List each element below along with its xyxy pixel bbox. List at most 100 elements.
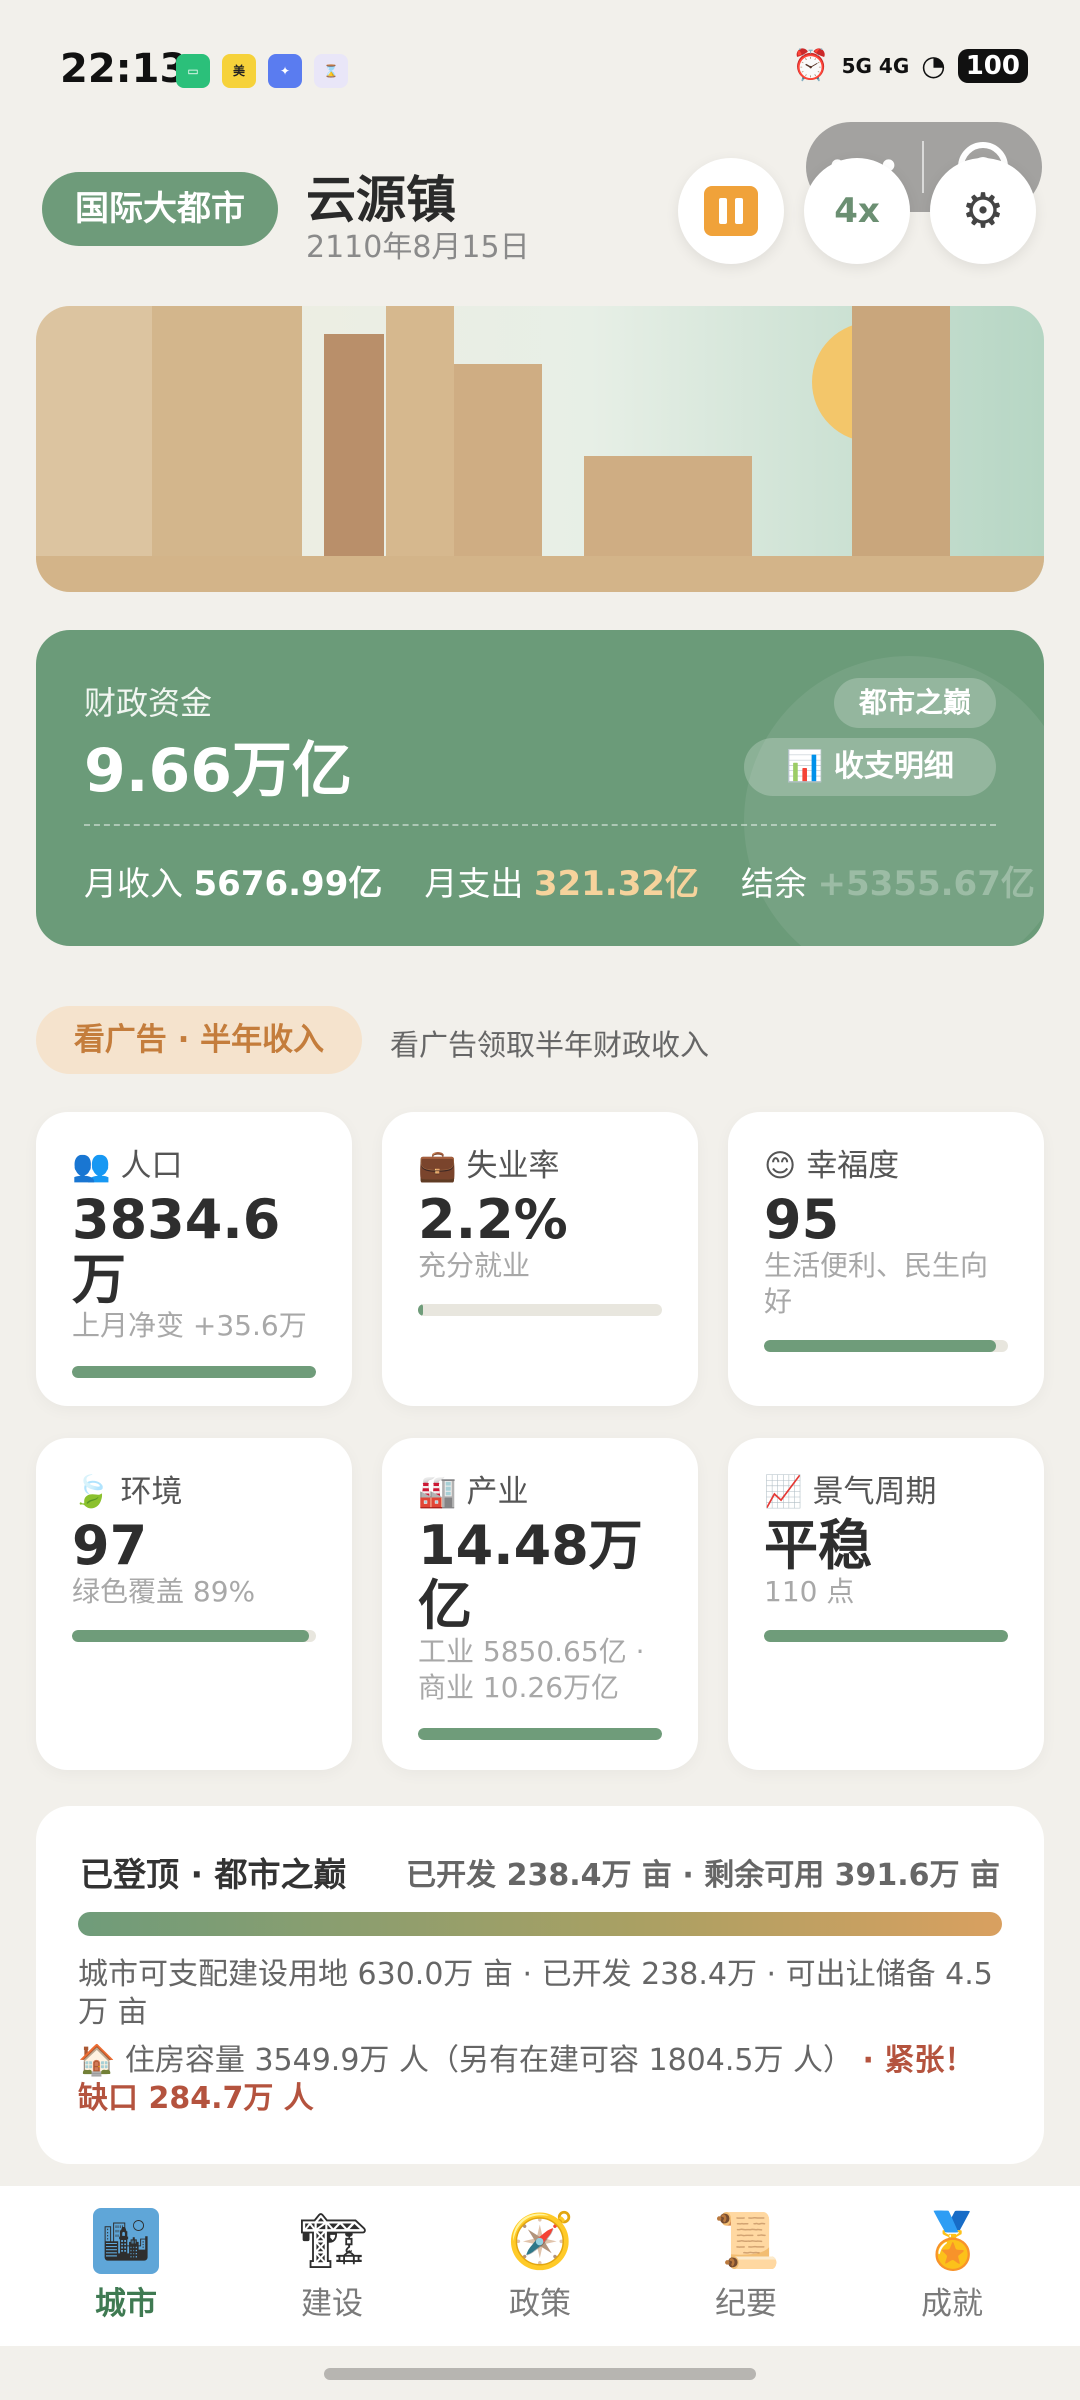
status-bar: 22:13 ▭ 美 ✦ ⌛ ⏰ 5G 4G ◔ 100 [0,0,1080,140]
battery-icon: 100 [957,48,1028,83]
leaf-icon: 🍃 [72,1474,111,1510]
finance-detail-button[interactable]: 📊 收支明细 [744,738,996,796]
ground-illustration [36,556,1044,592]
building [324,334,384,560]
watch-ad-button[interactable]: 看广告 · 半年收入 [36,1006,362,1074]
cycle-card[interactable]: 📈 景气周期 平稳 110 点 [728,1438,1044,1770]
environment-value: 97 [72,1514,148,1577]
happiness-bar-fill [764,1340,996,1352]
nav-build[interactable]: 🏗 建设 [272,2208,392,2323]
finance-detail-label: 收支明细 [833,749,954,784]
industry-card[interactable]: 🏭 产业 14.48万亿 工业 5850.65亿 · 商业 10.26万亿 [382,1438,698,1770]
population-title: 👥 人口 [72,1140,182,1185]
signal-icon: 5G 4G [841,53,910,78]
unemployment-title: 💼 失业率 [418,1140,559,1185]
population-card[interactable]: 👥 人口 3834.6万 上月净变 +35.6万 [36,1112,352,1406]
wechat-app-icon: ▭ [176,54,210,88]
income-label: 月收入 [84,864,183,903]
speed-button[interactable]: 4x [804,158,910,264]
pause-button[interactable] [678,158,784,264]
finance-tier-badge: 都市之巅 [834,678,996,728]
trend-chart-icon: 📈 [764,1474,803,1510]
unemployment-sub: 充分就业 [418,1249,531,1282]
housing-capacity: 住房容量 3549.9万 人（另有在建可容 1804.5万 人） [124,2043,853,2078]
land-card: 已登顶 · 都市之巅 已开发 238.4万 亩 · 剩余可用 391.6万 亩 … [36,1806,1044,2164]
building [386,306,454,560]
happiness-card[interactable]: 😊 幸福度 95 生活便利、民生向好 [728,1112,1044,1406]
land-title: 已登顶 · 都市之巅 [80,1855,347,1894]
home-indicator[interactable] [324,2368,756,2380]
population-title-text: 人口 [120,1148,183,1184]
pause-icon [704,186,758,236]
briefcase-icon: 💼 [418,1148,457,1184]
nav-city[interactable]: 🏙 城市 [66,2208,186,2323]
housing-detail: 🏠 住房容量 3549.9万 人（另有在建可容 1804.5万 人） · 紧张！… [78,2042,1002,2118]
finance-card: 财政资金 9.66万亿 都市之巅 📊 收支明细 月收入 5676.99亿 月支出… [36,630,1044,946]
environment-title-text: 环境 [120,1474,183,1510]
nav-policy[interactable]: 🧭 政策 [480,2208,600,2323]
nav-city-label: 城市 [95,2286,157,2322]
industry-value: 14.48万亿 [418,1514,643,1637]
building [152,306,302,560]
factory-icon: 🏭 [418,1474,457,1510]
meituan-app-icon: 美 [222,54,256,88]
expense-value: 321.32亿 [533,864,700,904]
industry-bar-fill [418,1728,662,1740]
land-summary: 已开发 238.4万 亩 · 剩余可用 391.6万 亩 [406,1858,1000,1893]
bird-app-icon: ✦ [268,54,302,88]
building [36,306,152,560]
city-icon: 🏙 [93,2208,159,2274]
industry-bar [418,1728,662,1740]
population-bar [72,1366,316,1378]
gear-icon: ⚙ [961,183,1005,239]
cycle-title-text: 景气周期 [812,1474,937,1510]
nav-chronicle-label: 纪要 [715,2286,777,2322]
cycle-bar-fill [764,1630,1008,1642]
speed-label: 4x [834,191,880,231]
land-progress-bar [78,1912,1002,1936]
scroll-icon: 📜 [713,2209,781,2272]
nav-policy-label: 政策 [509,2286,571,2322]
building [454,364,542,560]
smile-icon: 😊 [764,1148,797,1184]
nav-achievements[interactable]: 🏅 成就 [892,2208,1012,2323]
happiness-sub: 生活便利、民生向好 [764,1249,989,1318]
unemployment-title-text: 失业率 [466,1148,560,1184]
finance-amount: 9.66万亿 [84,736,353,806]
population-bar-fill [72,1366,316,1378]
finance-summary-row: 月收入 5676.99亿 月支出 321.32亿 结余 +5355.67亿 [84,856,1035,905]
unemployment-card[interactable]: 💼 失业率 2.2% 充分就业 [382,1112,698,1406]
finance-label: 财政资金 [84,684,213,722]
alarm-icon: ⏰ [792,48,830,83]
nav-build-label: 建设 [301,2286,363,2322]
unemployment-bar-fill [418,1304,424,1316]
industry-sub: 工业 5850.65亿 · 商业 10.26万亿 [418,1635,645,1704]
building [584,456,752,560]
environment-card[interactable]: 🍃 环境 97 绿色覆盖 89% [36,1438,352,1770]
environment-title: 🍃 环境 [72,1466,182,1511]
wifi-icon: ◔ [921,49,946,82]
status-time: 22:13 [60,46,188,92]
industry-title-text: 产业 [466,1474,529,1510]
cycle-bar [764,1630,1008,1642]
balance-value: +5355.67亿 [817,864,1035,904]
chart-icon: 📊 [786,749,824,784]
expense-label: 月支出 [424,864,524,903]
nav-achievements-label: 成就 [921,2286,983,2322]
happiness-title: 😊 幸福度 [764,1140,899,1185]
house-icon: 🏠 [78,2043,116,2078]
cycle-sub: 110 点 [764,1575,855,1608]
environment-bar [72,1630,316,1642]
nav-chronicle[interactable]: 📜 纪要 [686,2208,806,2323]
city-skyline-banner [36,306,1044,592]
status-right: ⏰ 5G 4G ◔ 100 [792,48,1028,83]
balance-label: 结余 [741,864,807,903]
land-detail: 城市可支配建设用地 630.0万 亩 · 已开发 238.4万 · 可出让储备 … [78,1957,993,2030]
cycle-value: 平稳 [764,1514,872,1577]
unemployment-bar [418,1304,662,1316]
happiness-value: 95 [764,1188,840,1251]
population-sub: 上月净变 +35.6万 [72,1309,307,1342]
happiness-bar [764,1340,1008,1352]
settings-button[interactable]: ⚙ [930,158,1036,264]
game-date: 2110年8月15日 [306,230,530,265]
